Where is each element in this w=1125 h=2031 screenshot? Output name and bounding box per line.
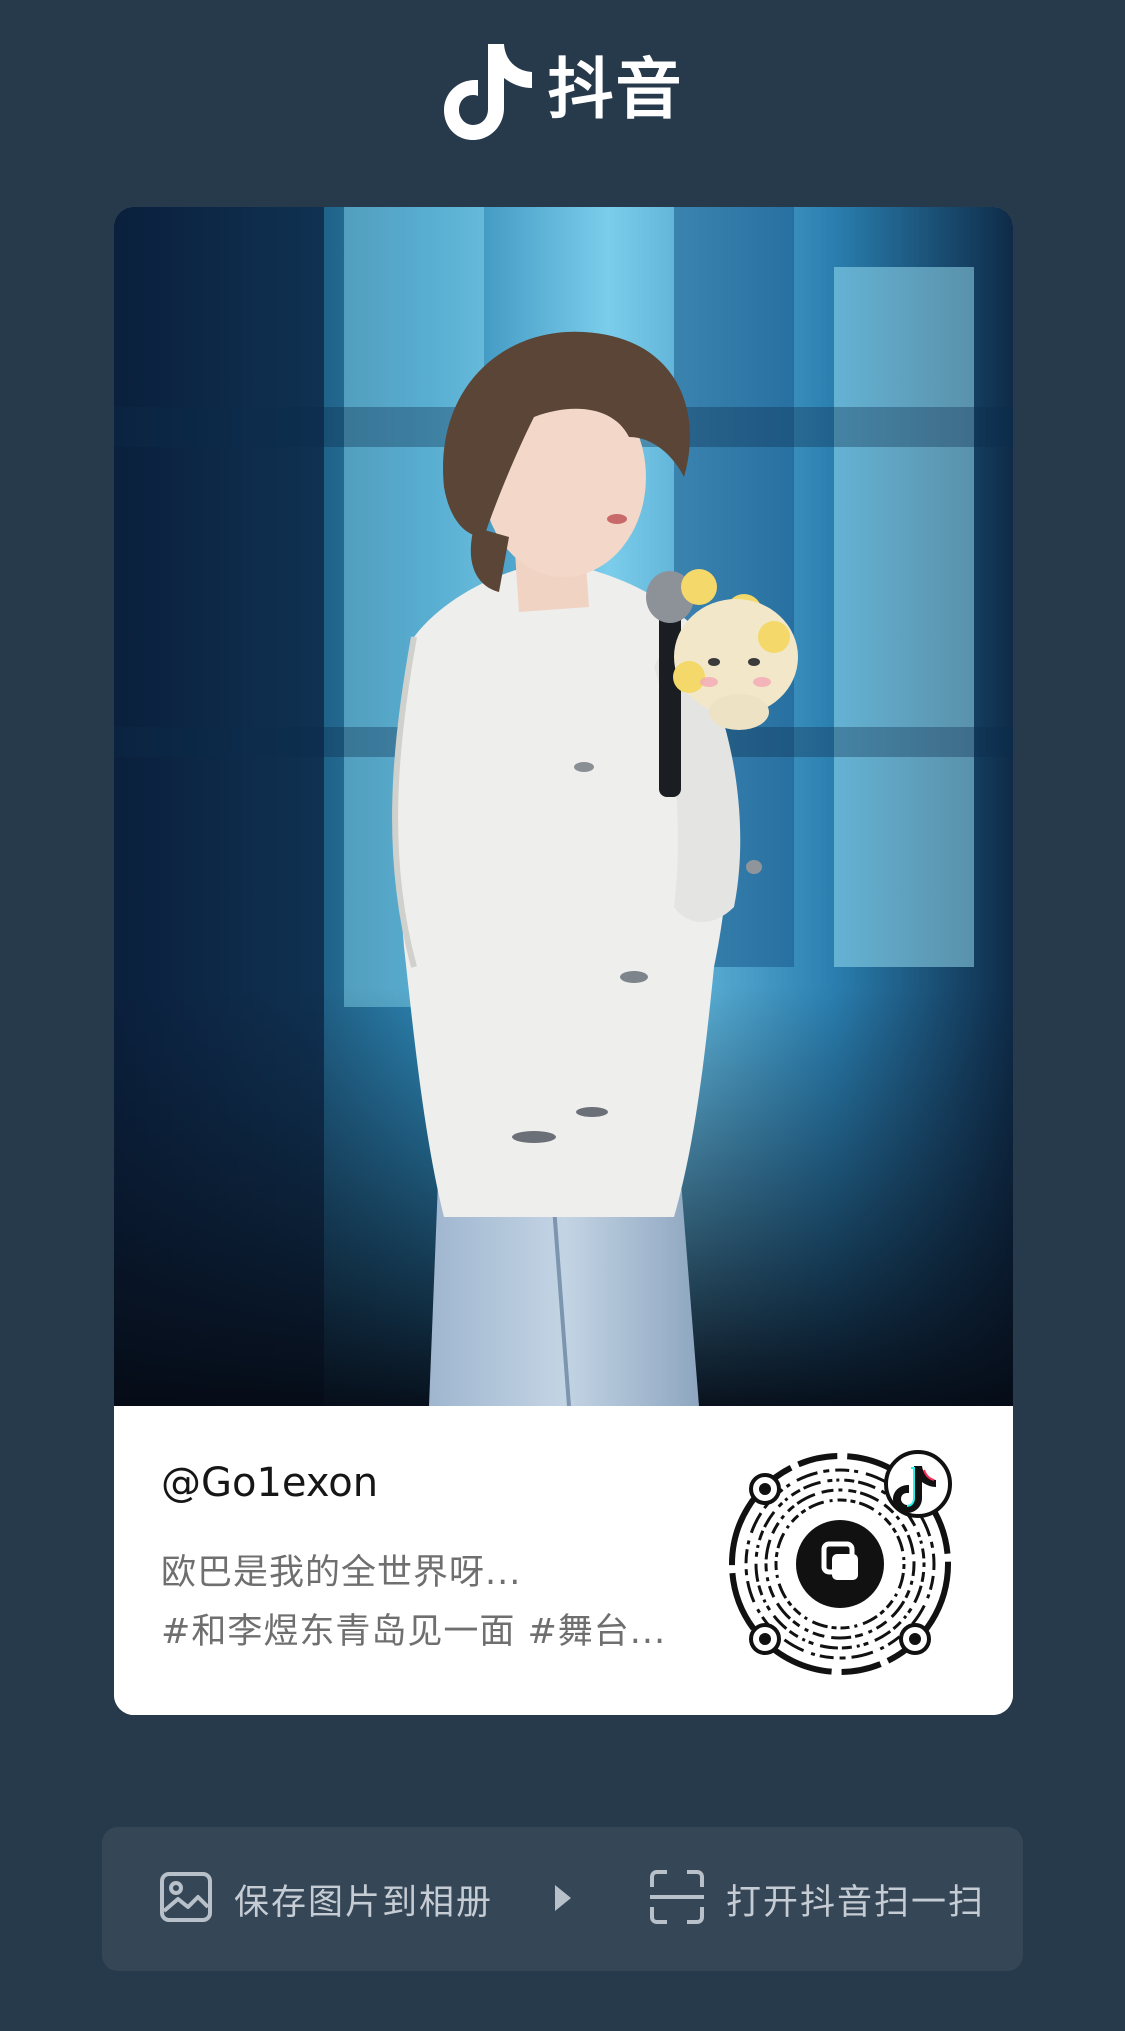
- douyin-logo-icon: [442, 38, 534, 142]
- action-bar: 保存图片到相册 打开抖音扫一扫: [102, 1827, 1023, 1971]
- caption-hashtags[interactable]: #和李煜东青岛见一面 #舞台...: [161, 1603, 666, 1654]
- scan-icon: [648, 1869, 706, 1929]
- caption-line-1: 欧巴是我的全世界呀...: [161, 1553, 522, 1593]
- share-poster-page: 抖音 @Go1exon 欧巴是我的全世界呀... #和李煜东青岛见一面 #舞台.…: [0, 0, 1125, 2031]
- save-to-album-label: 保存图片到相册: [234, 1882, 494, 1923]
- save-to-album-button[interactable]: 保存图片到相册: [158, 1827, 493, 1971]
- open-douyin-scan-label: 打开抖音扫一扫: [726, 1882, 986, 1923]
- header-brand: 抖音: [0, 30, 1125, 150]
- douyin-qr-code: [728, 1446, 968, 1686]
- share-card: @Go1exon 欧巴是我的全世界呀... #和李煜东青岛见一面 #舞台...: [114, 207, 1013, 1715]
- brand-name: 抖音: [547, 51, 684, 128]
- video-cover-photo: [114, 207, 1013, 1406]
- image-icon: [158, 1869, 214, 1929]
- qr-finder-top-left: [749, 1473, 781, 1505]
- card-info: @Go1exon 欧巴是我的全世界呀... #和李煜东青岛见一面 #舞台...: [114, 1406, 1013, 1715]
- author-username[interactable]: @Go1exon: [161, 1460, 378, 1506]
- open-douyin-scan-button[interactable]: 打开抖音扫一扫: [648, 1827, 985, 1971]
- play-arrow-icon: [555, 1885, 571, 1911]
